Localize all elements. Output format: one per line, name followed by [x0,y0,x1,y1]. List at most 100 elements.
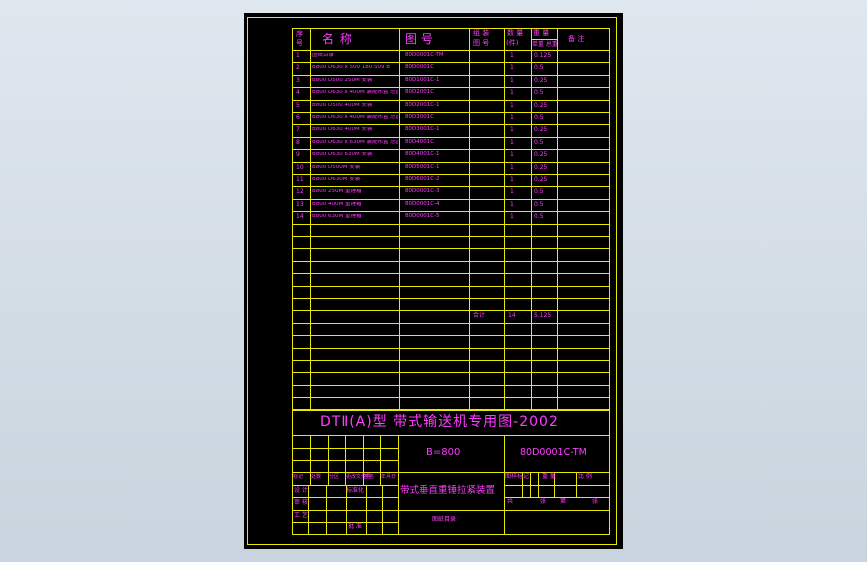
row-line [292,248,610,249]
row-drawing-no: 80D0001C-3 [405,188,440,194]
row-line [292,397,610,398]
tb-line [398,435,399,535]
row-qty: 1 [510,114,514,121]
standardization-label: 标准化 [346,487,365,494]
sheet-total: 共 [507,498,514,505]
weight-subheader-line [531,39,557,40]
row-name: B800 D630 400M 安装 [312,127,373,132]
row-name: B800 D630 x 400M 装配布置 总图 [312,115,398,120]
tb-border [292,534,610,535]
row-line [292,199,610,200]
row-weight: 0.5 [534,89,544,96]
row-drawing-no: 80D1001C-1 [405,77,440,83]
stage-mark: 图样标记 [505,473,530,480]
row-weight: 0.25 [534,102,548,109]
row-name: 图纸目录 [312,53,335,58]
column-line [469,28,470,410]
row-line [292,211,610,212]
row-line [292,112,610,113]
approve-label: 批 准 [348,523,362,530]
tb-line [538,472,539,497]
sheet-page: 第 [560,498,567,505]
row-drawing-no: 80D3001C-1 [405,126,440,132]
row-line [292,385,610,386]
row-line [292,124,610,125]
tb-line [576,472,577,497]
row-name: B800 D500 250M 安装 [312,78,373,83]
row-name: B800 D630 x 630M 装配布置 总图 [312,140,398,145]
row-drawing-no: 80D0001C-5 [405,213,440,219]
tb-line [504,485,610,486]
row-line [292,224,610,225]
row-drawing-no: 80D2001C [405,89,435,95]
scale-label: 比 例 [578,473,592,480]
header-group-1: 组 装 [473,29,490,37]
header-seq: 序 [296,30,303,38]
row-line [292,62,610,63]
row-qty: 1 [510,176,514,183]
row-line [292,261,610,262]
row-seq: 9 [296,151,300,158]
header-name: 名 称 [322,32,353,46]
tb-line [504,510,610,511]
tb-line [308,485,309,535]
tb-line [398,472,504,473]
row-drawing-no: 80D0001C-4 [405,201,440,207]
row-qty: 1 [510,77,514,84]
row-name: B800 D500 400M 安装 [312,103,373,108]
header-weight: 重 量 [533,29,550,37]
row-line [292,75,610,76]
row-line [292,323,610,324]
row-qty: 1 [510,126,514,133]
column-line [292,28,293,410]
catalog-label: 图纸目录 [432,516,457,523]
row-line [292,100,610,101]
change-header: 年月日 [381,474,397,480]
row-qty: 1 [510,64,514,71]
row-qty: 1 [510,102,514,109]
row-seq: 12 [296,188,304,195]
designer-label: 设 计 [294,487,308,494]
row-weight: 0.125 [534,52,552,59]
row-qty: 1 [510,52,514,59]
tb-line [382,485,383,535]
header-separator [292,50,610,51]
row-name: B800 D500M 安装 [312,165,361,170]
row-line [292,149,610,150]
row-drawing-no: 80D0001C [405,64,435,70]
row-drawing-no: 80D4001C-1 [405,151,440,157]
row-qty: 1 [510,164,514,171]
header-weight-sub: 单重 总重 [532,41,558,48]
header-seq-2: 号 [296,39,303,47]
description-text: 带式垂直重锤拉紧装置 [400,485,496,496]
row-seq: 7 [296,126,300,133]
row-qty: 1 [510,139,514,146]
header-remark: 备 注 [568,35,585,43]
column-line [310,28,311,410]
column-line [609,28,610,410]
row-weight: 0.25 [534,164,548,171]
row-line [292,186,610,187]
sheet-word-2: 张 [592,498,599,505]
column-line [399,28,400,410]
row-drawing-no: 80D0001C-TM [405,52,444,58]
row-weight: 0.5 [534,64,544,71]
tb-line [326,485,327,535]
tb-line [398,510,504,511]
drawing-list-table: 序号名 称图 号组 装图 号数 量 (件) 重 量单重 总重备 注 1 图纸目录 80D0… [292,28,610,410]
row-line [292,87,610,88]
row-line [292,174,610,175]
header-qty-1: 数 量 [507,29,524,37]
row-qty: 1 [510,201,514,208]
header-drawing-no: 图 号 [405,32,433,46]
row-weight: 0.25 [534,77,548,84]
drawing-number: 80D0001C-TM [520,447,587,458]
row-seq: 13 [296,201,304,208]
weight-label: 重 量 [542,473,556,480]
change-header: 处数 [311,474,322,480]
row-weight: 0.25 [534,151,548,158]
reviewer-label: 审 核 [294,499,308,506]
row-drawing-no: 80D3001C [405,114,435,120]
row-seq: 5 [296,102,300,109]
row-name: B800 D630 x 500 180.509 B [312,65,391,70]
